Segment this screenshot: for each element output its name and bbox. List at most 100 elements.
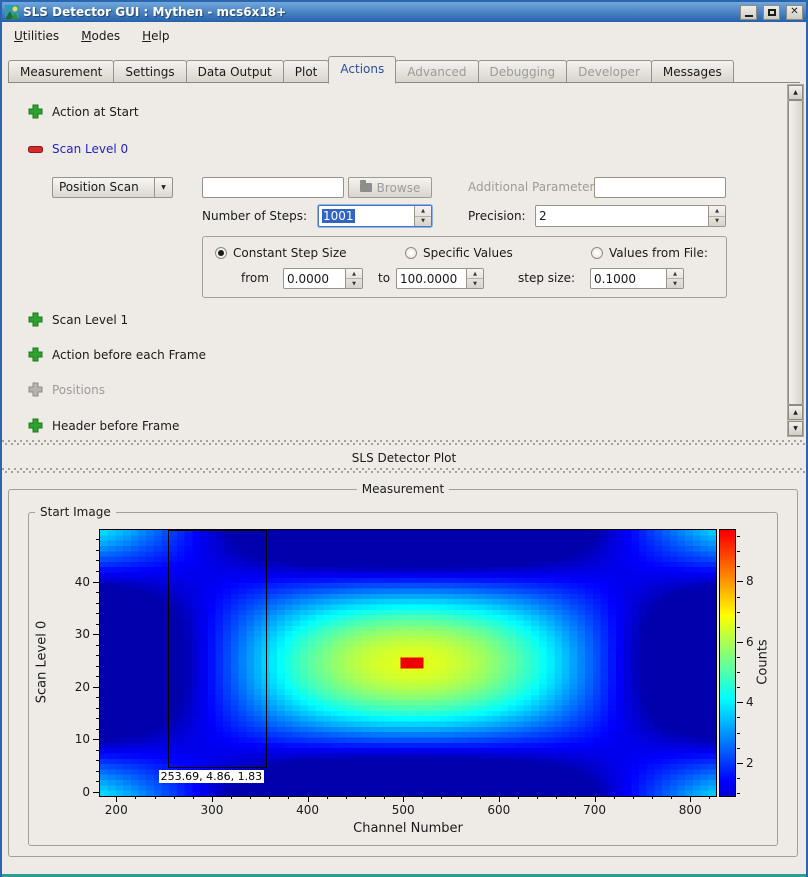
x-minor-tick	[384, 796, 385, 799]
tab-plot[interactable]: Plot	[283, 60, 330, 83]
splitter-handle[interactable]	[2, 468, 806, 473]
colorbar-minor-tick	[737, 748, 740, 749]
tree-item-header-before-frame[interactable]: Header before Frame	[52, 419, 179, 434]
tab-data-output[interactable]: Data Output	[186, 60, 284, 83]
x-minor-tick	[441, 796, 442, 799]
maximize-button[interactable]	[763, 5, 780, 20]
to-spinbox[interactable]: 100.0000 ▲ ▼	[396, 268, 484, 289]
x-tick-label: 600	[487, 803, 510, 817]
close-button[interactable]: ✕	[786, 5, 803, 20]
tab-actions[interactable]: Actions	[328, 56, 396, 84]
plot-canvas-area[interactable]: 253.69, 4.86, 1.83	[99, 529, 717, 797]
radio-specific-values[interactable]: Specific Values	[405, 245, 513, 260]
radio-values-from-file[interactable]: Values from File:	[591, 245, 708, 260]
tab-developer: Developer	[566, 60, 652, 83]
add-icon[interactable]	[28, 104, 43, 119]
y-minor-tick	[96, 624, 99, 625]
minimize-button[interactable]	[740, 5, 757, 20]
colorbar-minor-tick	[737, 793, 740, 794]
from-value: 0.0000	[284, 269, 345, 288]
tree-item-positions: Positions	[52, 383, 105, 398]
minimize-icon	[745, 15, 753, 17]
y-major-tick	[93, 582, 99, 583]
x-axis: 200300400500600700800	[100, 796, 718, 828]
y-minor-tick	[96, 571, 99, 572]
y-minor-tick	[96, 613, 99, 614]
app-icon	[5, 5, 19, 19]
vertical-scrollbar[interactable]: ▲ ▲ ▼	[787, 84, 804, 437]
spin-down-icon[interactable]: ▼	[667, 279, 683, 288]
radio-dot-icon	[591, 247, 603, 259]
spin-down-icon[interactable]: ▼	[467, 279, 483, 288]
plot-tooltip: 253.69, 4.86, 1.83	[159, 770, 264, 783]
dock-splitter[interactable]: SLS Detector Plot	[2, 437, 806, 476]
spin-up-icon[interactable]: ▲	[467, 269, 483, 279]
number-of-steps-label: Number of Steps:	[202, 209, 307, 224]
spin-up-icon[interactable]: ▲	[709, 206, 725, 217]
y-major-tick	[93, 739, 99, 740]
y-minor-tick	[96, 771, 99, 772]
scrollbar-thumb[interactable]	[788, 100, 803, 405]
scroll-down-button[interactable]: ▼	[788, 421, 803, 436]
tree-item-scan-level-1[interactable]: Scan Level 1	[52, 313, 128, 328]
colorbar-minor-tick	[737, 778, 740, 779]
spin-up-icon[interactable]: ▲	[667, 269, 683, 279]
tree-item-action-before-each-frame[interactable]: Action before each Frame	[52, 348, 206, 363]
measurement-group-title: Measurement	[357, 482, 449, 497]
scan-script-input[interactable]	[202, 177, 344, 198]
menu-utilities[interactable]: Utilities	[12, 27, 61, 45]
additional-parameter-input[interactable]	[594, 177, 726, 198]
precision-spinbox[interactable]: 2 ▲ ▼	[535, 205, 726, 227]
splitter-handle[interactable]	[2, 440, 806, 445]
radio-constant-step-size[interactable]: Constant Step Size	[215, 245, 347, 260]
x-major-tick	[308, 796, 309, 802]
remove-icon[interactable]	[28, 146, 43, 153]
x-minor-tick	[269, 796, 270, 799]
colorbar-major-tick	[737, 763, 743, 764]
from-spinbox[interactable]: 0.0000 ▲ ▼	[283, 268, 363, 289]
colorbar-major-tick	[737, 581, 743, 582]
spin-up-icon[interactable]: ▲	[346, 269, 362, 279]
x-minor-tick	[480, 796, 481, 799]
spin-up-icon[interactable]: ▲	[415, 206, 431, 217]
spin-down-icon[interactable]: ▼	[415, 217, 431, 227]
chevron-down-icon[interactable]: ▼	[154, 178, 172, 197]
tab-messages[interactable]: Messages	[651, 60, 734, 83]
browse-button[interactable]: Browse	[348, 177, 432, 198]
scan-mode-combobox[interactable]: Position Scan ▼	[52, 177, 173, 198]
scroll-up-button[interactable]: ▲	[788, 405, 803, 420]
colorbar-tick-label: 4	[746, 695, 754, 709]
title-bar[interactable]: SLS Detector GUI : Mythen - mcs6x18+ ✕	[2, 2, 806, 22]
tree-item-scan-level-0[interactable]: Scan Level 0	[52, 142, 128, 157]
y-minor-tick	[96, 550, 99, 551]
x-minor-tick	[174, 796, 175, 799]
radio-constant-label: Constant Step Size	[233, 246, 347, 260]
y-tick-label: 30	[75, 627, 90, 641]
colorbar-minor-tick	[737, 566, 740, 567]
x-minor-tick	[614, 796, 615, 799]
colorbar-minor-tick	[737, 551, 740, 552]
tab-settings[interactable]: Settings	[113, 60, 186, 83]
colorbar-minor-tick	[737, 717, 740, 718]
number-of-steps-spinbox[interactable]: 1001 ▲ ▼	[318, 205, 432, 227]
tab-measurement[interactable]: Measurement	[8, 60, 114, 83]
tree-item-action-at-start[interactable]: Action at Start	[52, 105, 139, 120]
menu-help[interactable]: Help	[140, 27, 171, 45]
add-icon[interactable]	[28, 347, 43, 362]
x-tick-label: 300	[200, 803, 223, 817]
additional-parameter-label: Additional Parameter:	[468, 180, 598, 195]
spin-down-icon[interactable]: ▼	[346, 279, 362, 288]
y-minor-tick	[96, 666, 99, 667]
menu-modes[interactable]: Modes	[79, 27, 122, 45]
x-minor-tick	[193, 796, 194, 799]
add-icon[interactable]	[28, 418, 43, 433]
y-tick-label: 10	[75, 732, 90, 746]
colorbar-minor-tick	[737, 597, 740, 598]
step-size-spinbox[interactable]: 0.1000 ▲ ▼	[590, 268, 684, 289]
tab-bar: MeasurementSettingsData OutputPlotAction…	[8, 56, 800, 83]
y-minor-tick	[96, 676, 99, 677]
colorbar-major-tick	[737, 642, 743, 643]
add-icon[interactable]	[28, 312, 43, 327]
spin-down-icon[interactable]: ▼	[709, 217, 725, 227]
scroll-up-button[interactable]: ▲	[788, 85, 803, 100]
